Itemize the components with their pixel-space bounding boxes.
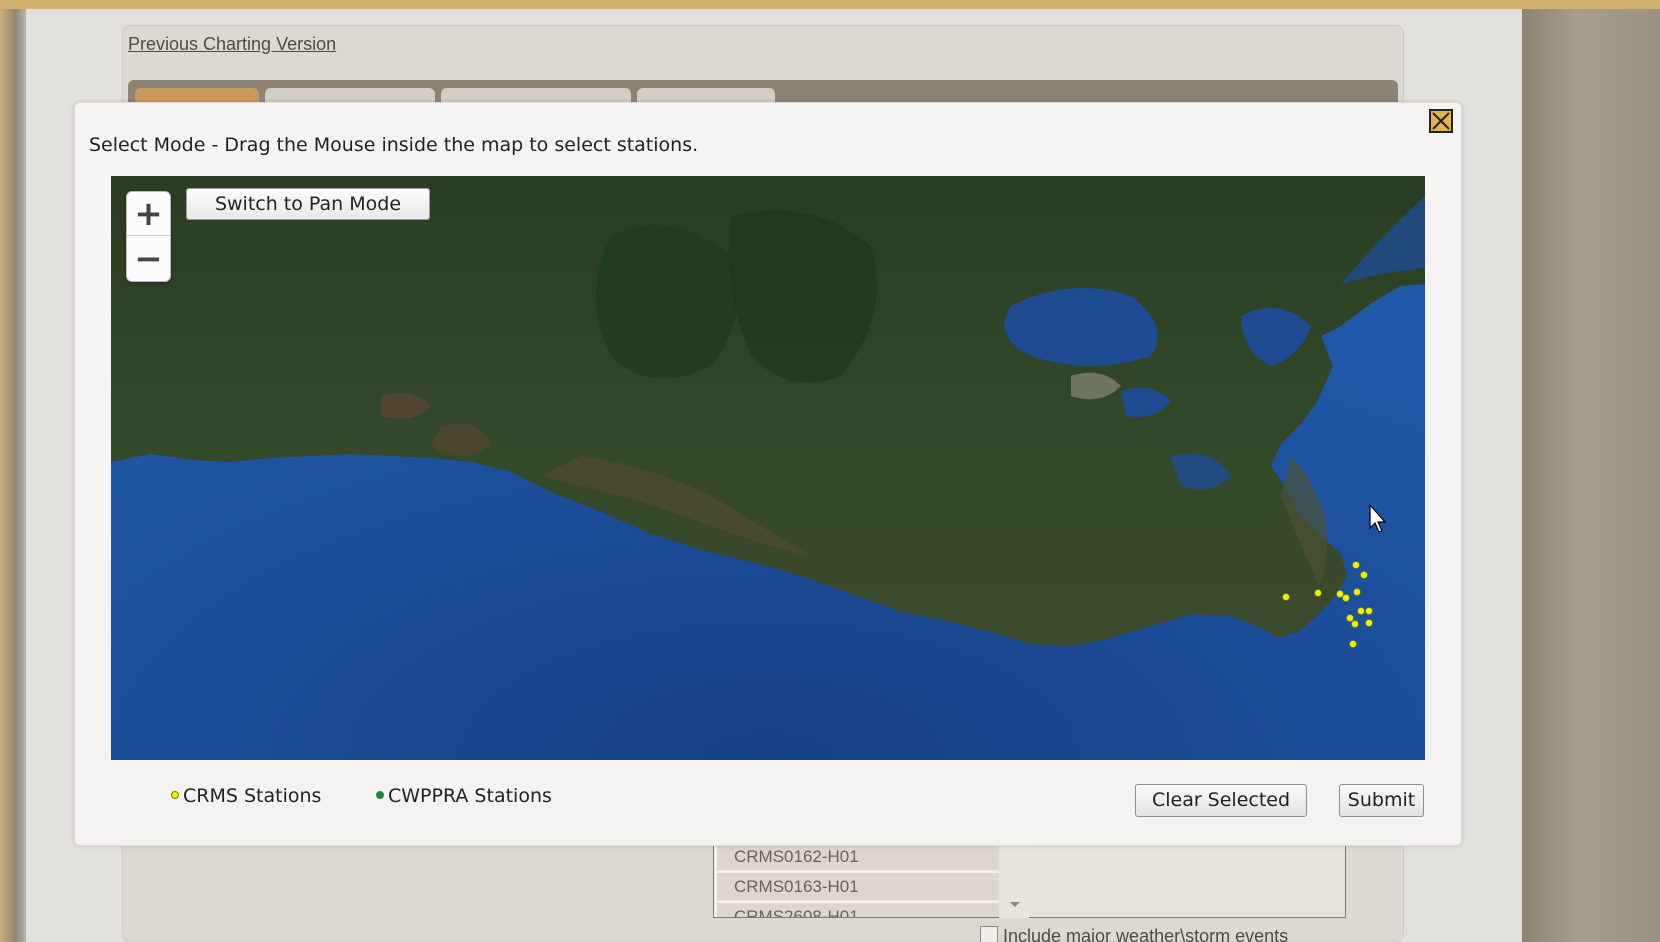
legend-cwppra: CWPPRA Stations bbox=[376, 785, 552, 807]
satellite-map[interactable] bbox=[111, 176, 1425, 760]
crms-legend-dot-icon bbox=[171, 790, 179, 799]
crms-station-marker bbox=[1365, 607, 1373, 615]
crms-station-marker bbox=[1352, 561, 1360, 569]
right-frame-pane bbox=[1522, 9, 1660, 942]
zoom-in-button[interactable]: + bbox=[127, 192, 170, 236]
header-strip bbox=[0, 0, 1660, 9]
modal-instruction: Select Mode - Drag the Mouse inside the … bbox=[89, 134, 699, 156]
zoom-control: + − bbox=[126, 191, 171, 282]
station-list[interactable]: CRMS0162-H01 CRMS0163-H01 CRMS2608-H01 bbox=[713, 842, 1029, 918]
crms-station-marker bbox=[1282, 593, 1290, 601]
crms-station-marker bbox=[1357, 607, 1365, 615]
list-item[interactable]: CRMS0163-H01 bbox=[717, 873, 1003, 901]
switch-to-pan-mode-button[interactable]: Switch to Pan Mode bbox=[186, 188, 430, 220]
cwppra-legend-dot-icon bbox=[376, 790, 384, 799]
mouse-cursor-icon bbox=[1369, 504, 1387, 533]
clear-selected-button[interactable]: Clear Selected bbox=[1135, 784, 1307, 817]
list-item[interactable]: CRMS0162-H01 bbox=[717, 843, 1003, 871]
crms-station-marker bbox=[1360, 571, 1368, 579]
crms-station-marker bbox=[1349, 640, 1357, 648]
selected-stations-box[interactable] bbox=[1029, 842, 1346, 918]
tab-3[interactable] bbox=[441, 88, 631, 102]
previous-charting-version-link[interactable]: Previous Charting Version bbox=[128, 34, 336, 55]
weather-events-label: Include major weather\storm events bbox=[1003, 926, 1289, 942]
crms-station-marker bbox=[1342, 594, 1350, 602]
close-x-icon[interactable] bbox=[1429, 109, 1453, 133]
crms-station-marker bbox=[1346, 614, 1354, 622]
weather-events-checkbox[interactable] bbox=[980, 926, 998, 942]
tab-1[interactable] bbox=[135, 88, 259, 102]
left-frame-edge bbox=[0, 9, 26, 942]
tab-4[interactable] bbox=[637, 88, 775, 102]
scroll-down-icon[interactable] bbox=[1010, 902, 1020, 907]
crms-station-marker bbox=[1365, 619, 1373, 627]
legend-crms: CRMS Stations bbox=[171, 785, 321, 807]
zoom-out-button[interactable]: − bbox=[127, 237, 170, 281]
crms-station-marker bbox=[1351, 620, 1359, 628]
legend-crms-label: CRMS Stations bbox=[183, 785, 322, 807]
list-item[interactable]: CRMS2608-H01 bbox=[717, 903, 1003, 917]
crms-station-marker bbox=[1314, 589, 1322, 597]
tab-2[interactable] bbox=[265, 88, 435, 102]
legend-cwppra-label: CWPPRA Stations bbox=[388, 785, 552, 807]
station-list-scrollbar[interactable] bbox=[999, 842, 1029, 918]
crms-station-marker bbox=[1336, 590, 1344, 598]
crms-station-marker bbox=[1353, 588, 1361, 596]
station-markers bbox=[1282, 561, 1373, 648]
submit-button[interactable]: Submit bbox=[1339, 784, 1424, 817]
